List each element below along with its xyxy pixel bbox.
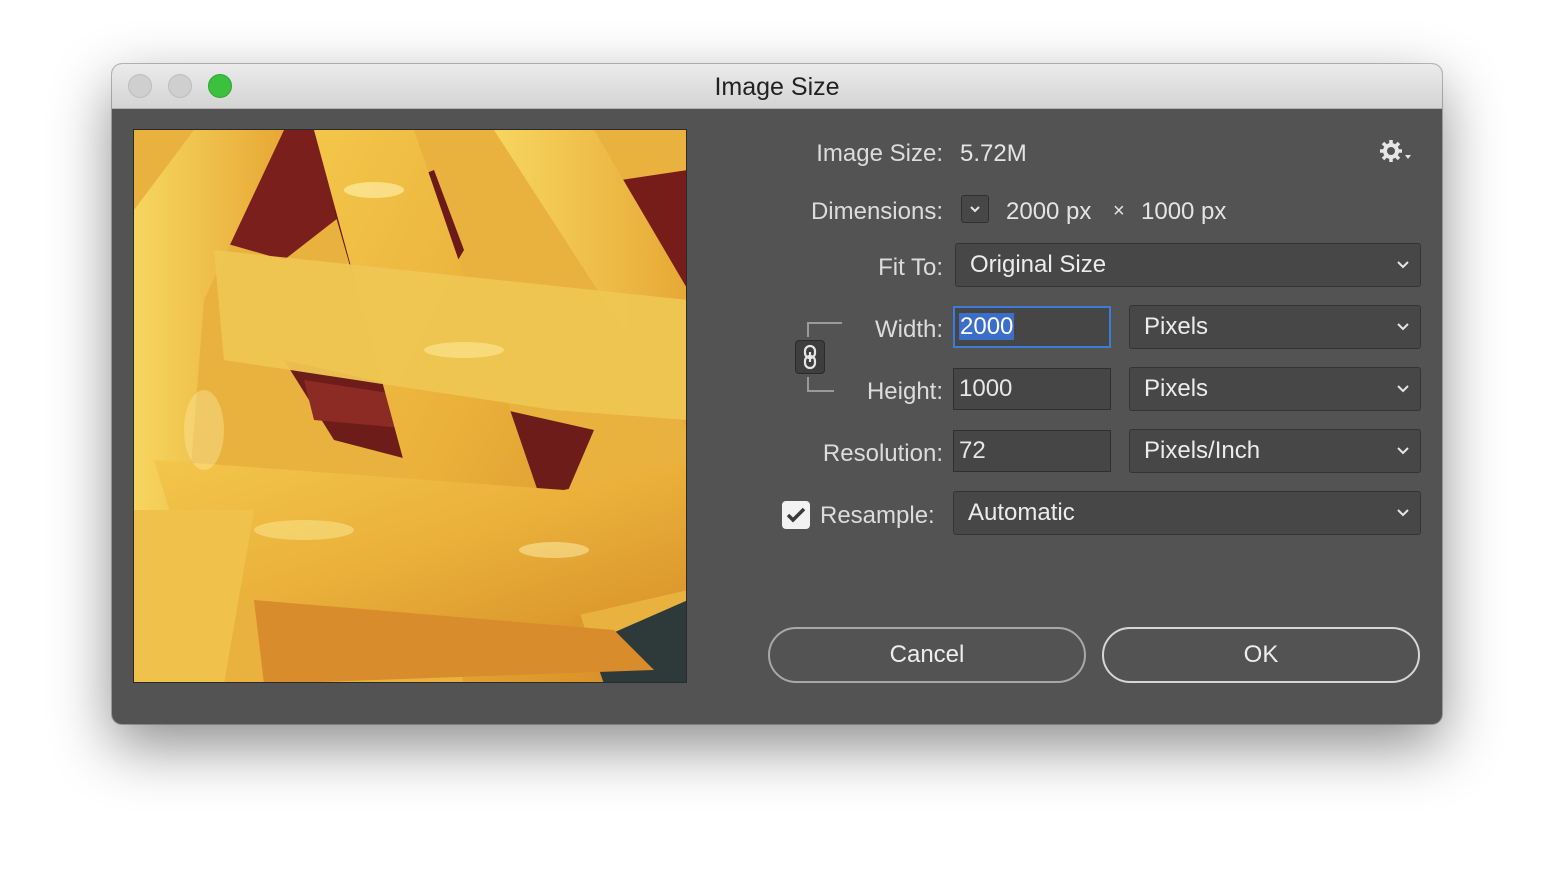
height-label: Height:: [866, 378, 943, 405]
dimensions-height: 1000 px: [1141, 198, 1227, 225]
width-input[interactable]: 2000: [953, 306, 1111, 348]
resample-label: Resample:: [820, 502, 935, 529]
resolution-unit-dropdown[interactable]: Pixels/Inch: [1129, 429, 1421, 473]
height-input[interactable]: 1000: [953, 368, 1111, 410]
width-unit-value: Pixels: [1144, 313, 1209, 340]
image-size-dialog: Image Size Image Size: 5.72M Dimensions:…: [112, 64, 1442, 724]
constrain-proportions-toggle[interactable]: [795, 340, 825, 374]
image-size-value: 5.72M: [960, 140, 1027, 167]
chevron-down-icon: [1397, 261, 1409, 269]
resample-checkbox[interactable]: [782, 501, 810, 529]
height-unit-dropdown[interactable]: Pixels: [1129, 367, 1421, 411]
checkmark-icon: [786, 507, 806, 523]
dimensions-units-dropdown[interactable]: [961, 195, 989, 223]
fit-to-value: Original Size: [970, 251, 1107, 278]
ok-button[interactable]: OK: [1102, 627, 1420, 683]
link-icon: [803, 344, 817, 370]
image-preview[interactable]: [133, 129, 687, 683]
resample-method-dropdown[interactable]: Automatic: [953, 491, 1421, 535]
width-value: 2000: [959, 313, 1015, 340]
resolution-input[interactable]: 72: [953, 430, 1111, 472]
resample-method-value: Automatic: [968, 499, 1075, 526]
chevron-down-icon: [1397, 323, 1409, 331]
resolution-value: 72: [959, 437, 986, 464]
width-unit-dropdown[interactable]: Pixels: [1129, 305, 1421, 349]
chevron-down-icon: [970, 206, 980, 213]
dimensions-width: 2000 px: [1006, 198, 1092, 225]
chevron-down-icon: [1397, 509, 1409, 517]
chevron-down-icon: [1397, 385, 1409, 393]
fit-to-label: Fit To:: [878, 254, 943, 281]
dimensions-times: ×: [1113, 200, 1125, 222]
height-value: 1000: [959, 375, 1013, 402]
dimensions-label: Dimensions:: [810, 198, 943, 225]
height-unit-value: Pixels: [1144, 375, 1209, 402]
chevron-down-icon: [1397, 447, 1409, 455]
image-size-label: Image Size:: [816, 140, 943, 167]
resolution-unit-value: Pixels/Inch: [1144, 437, 1261, 464]
gear-icon[interactable]: [1380, 140, 1416, 166]
cancel-button[interactable]: Cancel: [768, 627, 1086, 683]
resolution-label: Resolution:: [822, 440, 943, 467]
fit-to-dropdown[interactable]: Original Size: [955, 243, 1421, 287]
pie-preview-image: [134, 130, 686, 682]
width-label: Width:: [874, 316, 943, 343]
title-bar: Image Size: [112, 64, 1442, 109]
dialog-title: Image Size: [714, 73, 840, 101]
